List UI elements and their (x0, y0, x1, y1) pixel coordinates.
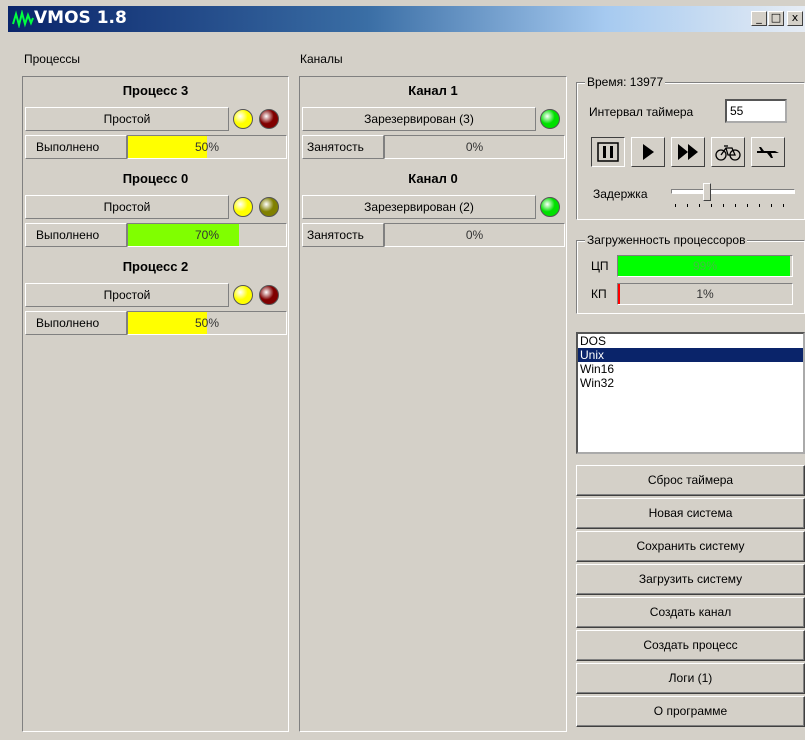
channel-name: Канал 0 (408, 171, 458, 186)
channel-status-led (540, 197, 560, 217)
processor-load-group: Загруженность процессоров ЦП 99% КП 1% (576, 233, 805, 314)
delay-slider-thumb[interactable] (703, 183, 711, 201)
busy-bar: 0% (384, 223, 565, 247)
channels-label: Каналы (300, 52, 343, 66)
new-system-button[interactable]: Новая система (576, 498, 805, 529)
pause-button[interactable] (591, 137, 625, 167)
window-title: VMOS 1.8 (34, 8, 127, 28)
busy-bar: 0% (384, 135, 565, 159)
process-status-led-1 (233, 109, 253, 129)
process-state: Простой (25, 283, 229, 307)
channel-name: Канал 1 (408, 83, 458, 98)
progress-text: 50% (194, 316, 220, 330)
reset-timer-button[interactable]: Сброс таймера (576, 465, 805, 496)
play-button[interactable] (631, 137, 665, 167)
create-process-button[interactable]: Создать процесс (576, 630, 805, 661)
play-icon (643, 144, 654, 160)
cpu-load-text: 99% (692, 259, 718, 273)
process-card[interactable]: Процесс 0 Простой Выполнено 70% (23, 165, 288, 253)
progress-text: 70% (194, 228, 220, 242)
process-status-led-2 (259, 197, 279, 217)
channel-state: Зарезервирован (2) (302, 195, 536, 219)
process-card[interactable]: Процесс 2 Простой Выполнено 50% (23, 253, 288, 341)
create-channel-button[interactable]: Создать канал (576, 597, 805, 628)
busy-label: Занятость (302, 135, 384, 159)
progress-text: 50% (194, 140, 220, 154)
processes-label: Процессы (24, 52, 81, 66)
progress-label: Выполнено (25, 135, 127, 159)
process-name: Процесс 3 (122, 83, 189, 98)
pause-icon (597, 142, 619, 162)
channel-state: Зарезервирован (3) (302, 107, 536, 131)
minimize-button[interactable]: _ (751, 11, 767, 26)
delay-slider-ticks (675, 204, 784, 207)
os-list-item[interactable]: Unix (578, 348, 803, 362)
process-status-led-1 (233, 285, 253, 305)
cpu-load-bar: 99% (617, 255, 793, 277)
processes-panel: Процесс 3 Простой Выполнено 50% Процесс … (22, 76, 289, 732)
kp-label: КП (591, 287, 607, 301)
progress-label: Выполнено (25, 223, 127, 247)
processor-load-title: Загруженность процессоров (585, 233, 748, 247)
channel-card[interactable]: Канал 0 Зарезервирован (2) Занятость 0% (300, 165, 566, 253)
maximize-button[interactable]: □ (768, 11, 784, 26)
process-status-led-2 (259, 109, 279, 129)
process-card[interactable]: Процесс 3 Простой Выполнено 50% (23, 77, 288, 165)
timer-group: Время: 13977 Интервал таймера 55 Задержк… (576, 75, 805, 220)
busy-text: 0% (465, 228, 484, 242)
time-label: Время: 13977 (585, 75, 666, 89)
channel-card[interactable]: Канал 1 Зарезервирован (3) Занятость 0% (300, 77, 566, 165)
delay-label: Задержка (593, 187, 648, 201)
airplane-icon (757, 147, 779, 158)
busy-label: Занятость (302, 223, 384, 247)
title-bar[interactable]: VMOS 1.8 _ □ x (8, 6, 805, 32)
about-button[interactable]: О программе (576, 696, 805, 727)
bicycle-button[interactable] (711, 137, 745, 167)
process-status-led-1 (233, 197, 253, 217)
fast-forward-icon (678, 144, 698, 160)
logs-button[interactable]: Логи (1) (576, 663, 805, 694)
load-system-button[interactable]: Загрузить систему (576, 564, 805, 595)
timer-toolbar (591, 137, 791, 167)
airplane-button[interactable] (751, 137, 785, 167)
progress-bar: 70% (127, 223, 287, 247)
channels-panel: Канал 1 Зарезервирован (3) Занятость 0% … (299, 76, 567, 732)
process-state: Простой (25, 195, 229, 219)
os-list-item[interactable]: Win16 (578, 362, 803, 376)
process-status-led-2 (259, 285, 279, 305)
progress-label: Выполнено (25, 311, 127, 335)
delay-slider-track (671, 189, 795, 194)
os-list-item[interactable]: DOS (578, 334, 803, 348)
fast-forward-button[interactable] (671, 137, 705, 167)
os-listbox[interactable]: DOS Unix Win16 Win32 (576, 332, 805, 454)
os-list-item[interactable]: Win32 (578, 376, 803, 390)
progress-bar: 50% (127, 311, 287, 335)
busy-text: 0% (465, 140, 484, 154)
delay-slider[interactable] (671, 183, 795, 211)
app-logo-icon (12, 10, 34, 28)
cpu-label: ЦП (591, 259, 609, 273)
process-name: Процесс 2 (122, 259, 189, 274)
progress-bar: 50% (127, 135, 287, 159)
interval-input[interactable]: 55 (725, 99, 787, 123)
close-button[interactable]: x (787, 11, 803, 26)
app-window: VMOS 1.8 _ □ x Процессы Каналы Процесс 3… (0, 0, 805, 740)
channel-status-led (540, 109, 560, 129)
bicycle-icon (715, 145, 741, 161)
process-name: Процесс 0 (122, 171, 189, 186)
process-state: Простой (25, 107, 229, 131)
interval-label: Интервал таймера (589, 105, 694, 119)
save-system-button[interactable]: Сохранить систему (576, 531, 805, 562)
kp-load-bar: 1% (617, 283, 793, 305)
kp-load-text: 1% (696, 287, 714, 301)
